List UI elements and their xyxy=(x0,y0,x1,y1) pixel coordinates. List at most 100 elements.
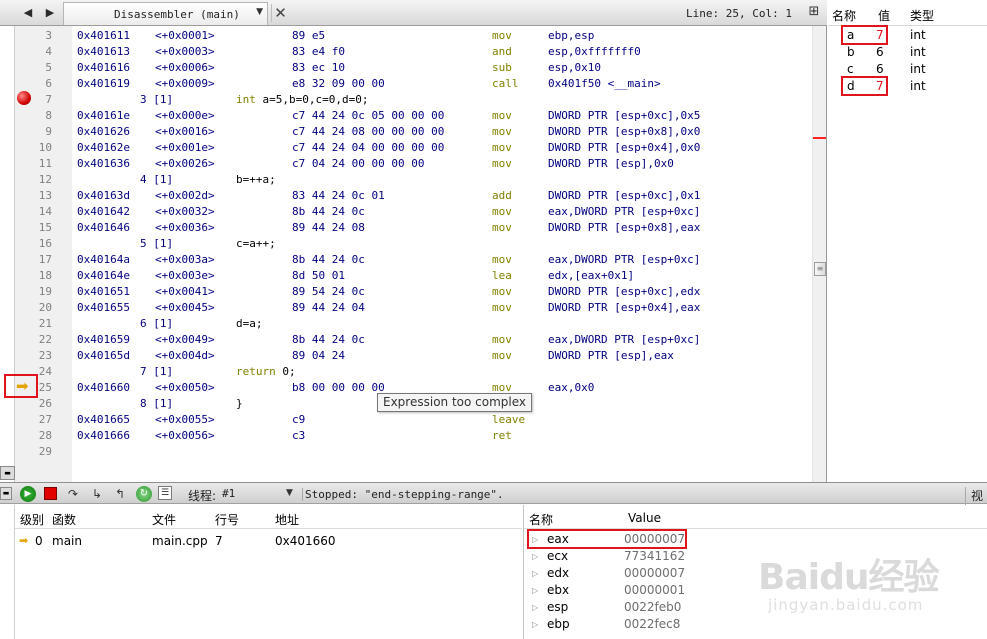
locals-pane: 名称 值 类型 a 7 int b 6 int c 6 int d 7 int xyxy=(828,0,987,482)
register-row[interactable]: ▷ ebp 0022fec8 xyxy=(524,616,824,633)
expand-triangle-icon[interactable]: ▷ xyxy=(532,565,538,582)
cs-header-function[interactable]: 函数 xyxy=(52,511,76,528)
disassembly-line[interactable]: 13 0x40163d <+0x002d> 83 44 24 0c 01 add DWOR… xyxy=(0,188,812,204)
source-text: return 0; xyxy=(236,365,296,378)
address: 0x401642 xyxy=(77,205,130,218)
expand-triangle-icon[interactable]: ▷ xyxy=(532,548,538,565)
disassembly-line[interactable]: 22 0x401659 <+0x0049> 8b 44 24 0c mov eax,DWO… xyxy=(0,332,812,348)
local-type: int xyxy=(910,28,926,42)
mnemonic: mov xyxy=(492,253,512,266)
line-number: 19 xyxy=(38,285,52,298)
source-line[interactable]: 73 [1] int a=5,b=0,c=0,d=0; xyxy=(0,92,812,108)
expand-triangle-icon[interactable]: ▷ xyxy=(532,582,538,599)
call-stack-header: 级别 函数 文件 行号 地址 xyxy=(15,505,522,529)
stop-icon[interactable] xyxy=(43,486,59,502)
local-value: 6 xyxy=(876,45,884,59)
source-line[interactable]: 21 6 [1] d=a; xyxy=(0,316,812,332)
cs-level: 0 xyxy=(35,534,43,548)
scrollbar-thumb[interactable]: ≡ xyxy=(814,262,826,276)
toolbar-collapse-icon[interactable]: ▬ xyxy=(0,487,12,500)
regs-header-value[interactable]: Value xyxy=(628,511,661,525)
back-arrow-icon[interactable]: ◀ xyxy=(20,5,36,21)
close-icon[interactable]: ✕ xyxy=(271,4,289,22)
split-view-icon[interactable]: ⊞ xyxy=(806,5,822,21)
disassembly-line[interactable]: 14 0x401642 <+0x0032> 8b 44 24 0c mov eax,DWO… xyxy=(0,204,812,220)
address: 0x40165d xyxy=(77,349,130,362)
step-out-icon[interactable]: ↰ xyxy=(112,486,128,502)
mnemonic: mov xyxy=(492,125,512,138)
thread-select[interactable]: #1 xyxy=(222,487,235,500)
local-type: int xyxy=(910,79,926,93)
thread-dropdown-icon[interactable]: ▼ xyxy=(286,488,293,498)
disassembly-line[interactable]: 4 0x401613 <+0x0003> 83 e4 f0 and esp,0xfffff… xyxy=(0,44,812,60)
disassembly-line[interactable]: 10 0x40162e <+0x001e> c7 44 24 04 00 00 00 … xyxy=(0,140,812,156)
locals-header-name[interactable]: 名称 xyxy=(832,7,856,24)
disassembly-line[interactable]: 5 0x401616 <+0x0006> 83 ec 10 sub esp,0x10 xyxy=(0,60,812,76)
disassembly-line[interactable]: 15 0x401646 <+0x0036> 89 44 24 08 mov DWORD P… xyxy=(0,220,812,236)
source-line[interactable]: 16 5 [1] c=a++; xyxy=(0,236,812,252)
line-number: 10 xyxy=(38,141,52,154)
line-number: 8 xyxy=(45,109,52,122)
operands: DWORD PTR [esp+0x8],eax xyxy=(548,221,701,234)
restart-icon[interactable]: ↻ xyxy=(136,486,152,502)
disassembly-line[interactable]: 19 0x401651 <+0x0041> 89 54 24 0c mov DWORD P… xyxy=(0,284,812,300)
register-value: 0022feb0 xyxy=(624,600,682,614)
disassembly-line[interactable]: 27 0x401665 <+0x0055> c9 leave xyxy=(0,412,812,428)
forward-arrow-icon[interactable]: ▶ xyxy=(42,5,58,21)
disassembly-line[interactable]: 17 0x40164a <+0x003a> 8b 44 24 0c mov eax,DWO… xyxy=(0,252,812,268)
cs-header-address[interactable]: 地址 xyxy=(275,511,299,528)
offset: <+0x0032> xyxy=(155,205,215,218)
opcode-bytes: e8 32 09 00 00 xyxy=(292,77,385,90)
disassembly-code: 3 0x401611 <+0x0001> 89 e5 mov ebp,esp 4 0x4016… xyxy=(0,26,812,482)
source-line[interactable]: 24 7 [1] return 0; xyxy=(0,364,812,380)
keyword: return xyxy=(236,365,276,378)
disassembly-line[interactable]: 9 0x401626 <+0x0016> c7 44 24 08 00 00 00 0… xyxy=(0,124,812,140)
step-into-icon[interactable]: ↳ xyxy=(89,486,105,502)
locals-header-type[interactable]: 类型 xyxy=(910,7,934,24)
opcode-bytes: c7 44 24 04 00 00 00 00 xyxy=(292,141,445,154)
cs-header-line[interactable]: 行号 xyxy=(215,511,239,528)
vertical-scrollbar[interactable]: ≡ xyxy=(812,26,826,482)
opcode-bytes: c3 xyxy=(292,429,306,442)
regs-header-name[interactable]: 名称 xyxy=(529,511,553,528)
tab-dropdown-icon[interactable]: ▼ xyxy=(256,7,263,17)
cs-header-file[interactable]: 文件 xyxy=(152,511,176,528)
opcode-bytes: 8b 44 24 0c xyxy=(292,205,365,218)
address: 0x401613 xyxy=(77,45,130,58)
disassembly-line[interactable]: 28 0x401666 <+0x0056> c3 ret xyxy=(0,428,812,444)
disassembly-line[interactable]: 29 xyxy=(0,444,812,460)
disassembly-line[interactable]: 23 0x40165d <+0x004d> 89 04 24 mov DWORD PTR … xyxy=(0,348,812,364)
offset: <+0x0009> xyxy=(155,77,215,90)
line-number: 21 xyxy=(38,317,52,330)
register-value: 0022fec8 xyxy=(624,617,681,631)
operands: 0x401f50 <__main> xyxy=(548,77,661,90)
tab-disassembler[interactable]: Disassembler (main) ▼ xyxy=(63,2,268,25)
address: 0x401665 xyxy=(77,413,130,426)
call-stack-row[interactable]: ➡ 0 main main.cpp 7 0x401660 xyxy=(15,532,522,550)
address: 0x401655 xyxy=(77,301,130,314)
disassembly-line[interactable]: 11 0x401636 <+0x0026> c7 04 24 00 00 00 00 m… xyxy=(0,156,812,172)
breakpoint-icon[interactable] xyxy=(17,91,31,105)
continue-icon[interactable]: ▶ xyxy=(20,486,36,502)
expand-triangle-icon[interactable]: ▷ xyxy=(532,616,538,633)
local-variable-row[interactable]: b 6 int xyxy=(828,44,987,61)
disassembly-line[interactable]: 8 0x40161e <+0x000e> c7 44 24 0c 05 00 00 0… xyxy=(0,108,812,124)
opcode-bytes: 83 ec 10 xyxy=(292,61,345,74)
offset: <+0x000e> xyxy=(155,109,215,122)
expand-triangle-icon[interactable]: ▷ xyxy=(532,599,538,616)
locals-header-value[interactable]: 值 xyxy=(878,7,890,24)
opcode-bytes: 8b 44 24 0c xyxy=(292,253,365,266)
source-line[interactable]: 12 4 [1] b=++a; xyxy=(0,172,812,188)
opcode-bytes: 89 04 24 xyxy=(292,349,345,362)
next-line-icon[interactable]: ↷ xyxy=(65,486,81,502)
disassembly-line[interactable]: 6 0x401619 <+0x0009> e8 32 09 00 00 call 0x40… xyxy=(0,76,812,92)
disassembly-line[interactable]: 3 0x401611 <+0x0001> 89 e5 mov ebp,esp xyxy=(0,28,812,44)
disassembly-line[interactable]: 18 0x40164e <+0x003e> 8d 50 01 lea edx,[eax+0… xyxy=(0,268,812,284)
cs-header-level[interactable]: 级别 xyxy=(20,511,44,528)
address: 0x401636 xyxy=(77,157,130,170)
disassembly-line[interactable]: 20 0x401655 <+0x0045> 89 44 24 04 mov DWORD P… xyxy=(0,300,812,316)
current-line-arrow-icon: ➡ xyxy=(4,374,38,398)
line-number: 26 xyxy=(38,397,52,410)
local-name: b xyxy=(847,45,855,59)
stack-frame-icon[interactable]: ☰ xyxy=(158,486,172,500)
